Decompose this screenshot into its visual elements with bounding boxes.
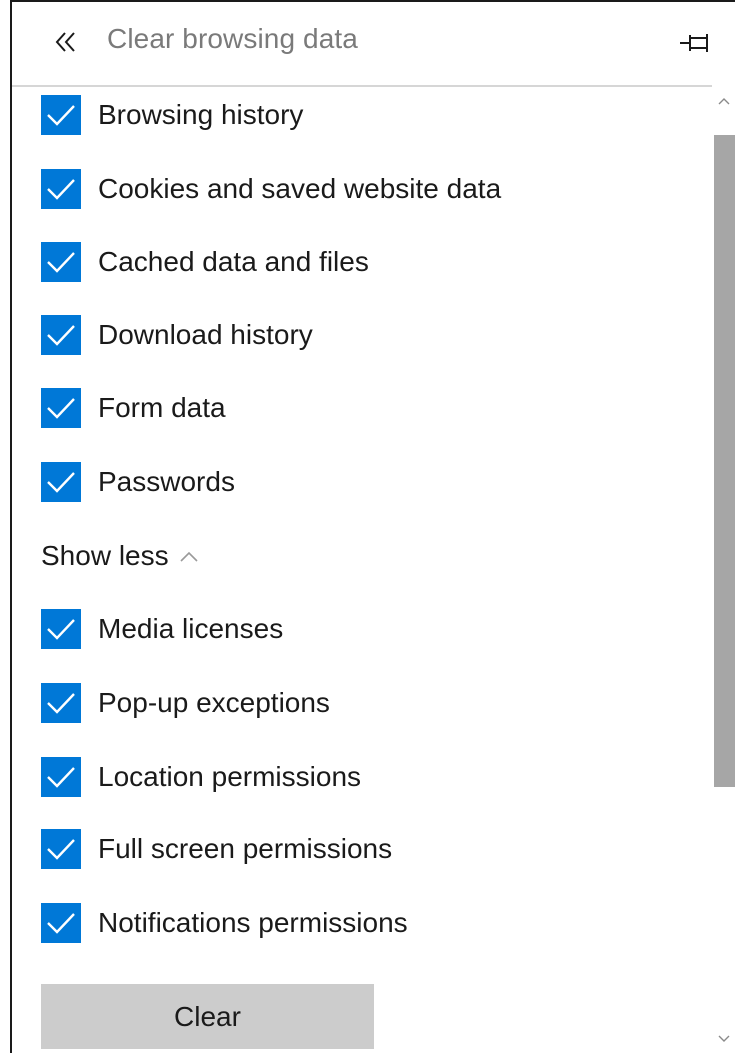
checkmark-icon	[47, 767, 75, 788]
show-less-label: Show less	[41, 540, 169, 571]
checkmark-icon	[47, 179, 75, 200]
checkmark-icon	[47, 325, 75, 346]
checkbox-form-data[interactable]: Form data	[41, 386, 226, 430]
checkbox-cached-data[interactable]: Cached data and files	[41, 240, 369, 284]
checkbox-checked[interactable]	[41, 462, 81, 502]
checkbox-label: Media licenses	[98, 613, 284, 644]
chevron-up-icon	[179, 550, 199, 562]
checkbox-download-history[interactable]: Download history	[41, 313, 313, 357]
clear-browsing-data-panel: Clear browsing data Browsing history Coo…	[0, 0, 735, 1053]
checkbox-label: Pop-up exceptions	[98, 687, 330, 718]
checkbox-label: Download history	[98, 319, 313, 350]
chevron-down-icon	[718, 1035, 729, 1042]
checkbox-passwords[interactable]: Passwords	[41, 460, 235, 504]
checkmark-icon	[47, 839, 75, 860]
checkbox-checked[interactable]	[41, 315, 81, 355]
checkbox-label: Full screen permissions	[98, 833, 393, 864]
checkbox-checked[interactable]	[41, 757, 81, 797]
checkbox-label: Browsing history	[98, 99, 304, 130]
checkbox-checked[interactable]	[41, 903, 81, 943]
pin-icon	[679, 32, 713, 59]
page-title: Clear browsing data	[107, 23, 358, 54]
checkmark-icon	[47, 619, 75, 640]
pin-button[interactable]	[676, 28, 716, 62]
checkmark-icon	[47, 105, 75, 126]
checkbox-label: Form data	[98, 392, 226, 423]
vertical-scrollbar[interactable]	[712, 87, 735, 1053]
panel-header: Clear browsing data	[12, 2, 735, 86]
scroll-up-arrow[interactable]	[712, 87, 735, 115]
checkbox-media-licenses[interactable]: Media licenses	[41, 607, 283, 651]
back-button[interactable]	[48, 24, 84, 64]
checkmark-icon	[47, 398, 75, 419]
checkmark-icon	[47, 913, 75, 934]
checkbox-browsing-history[interactable]: Browsing history	[41, 93, 303, 137]
checkbox-checked[interactable]	[41, 609, 81, 649]
checkbox-checked[interactable]	[41, 95, 81, 135]
checkbox-checked[interactable]	[41, 169, 81, 209]
checkbox-checked[interactable]	[41, 829, 81, 869]
show-less-toggle[interactable]: Show less	[41, 536, 199, 576]
checkbox-location-permissions[interactable]: Location permissions	[41, 755, 361, 799]
checkbox-label: Cookies and saved website data	[98, 173, 502, 204]
checkbox-cookies[interactable]: Cookies and saved website data	[41, 167, 501, 211]
checkbox-checked[interactable]	[41, 683, 81, 723]
checkbox-checked[interactable]	[41, 388, 81, 428]
checkbox-label: Passwords	[98, 466, 235, 497]
checkbox-popup-exceptions[interactable]: Pop-up exceptions	[41, 681, 330, 725]
scroll-down-arrow[interactable]	[712, 1025, 735, 1053]
checkbox-label: Location permissions	[98, 761, 362, 792]
double-chevron-left-icon	[54, 31, 78, 58]
checkmark-icon	[47, 472, 75, 493]
scrollbar-thumb[interactable]	[714, 135, 735, 787]
chevron-up-icon	[718, 98, 729, 105]
checkmark-icon	[47, 252, 75, 273]
clear-button[interactable]: Clear	[41, 984, 374, 1049]
checkbox-notifications-permissions[interactable]: Notifications permissions	[41, 901, 408, 945]
options-list: Browsing history Cookies and saved websi…	[12, 87, 712, 1053]
checkbox-label: Cached data and files	[98, 246, 369, 277]
checkbox-label: Notifications permissions	[98, 907, 408, 938]
checkbox-full-screen-permissions[interactable]: Full screen permissions	[41, 827, 392, 871]
checkbox-checked[interactable]	[41, 242, 81, 282]
checkmark-icon	[47, 693, 75, 714]
